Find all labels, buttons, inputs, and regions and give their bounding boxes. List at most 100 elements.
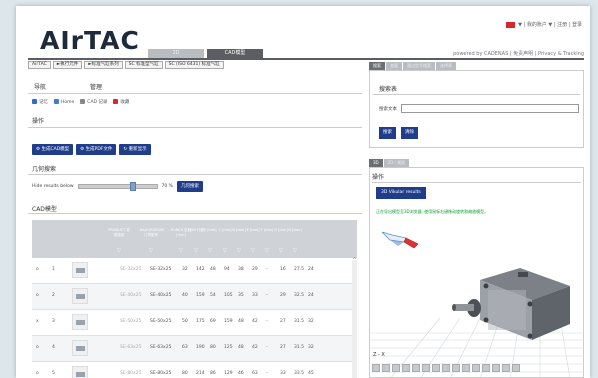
tab-variables[interactable]: 变量: [386, 62, 402, 70]
table-row[interactable]: x 3 SE-50x25 SE-50x25 50 175 69 159 48 42 - 27 31.5 3…: [32, 310, 357, 336]
table-row[interactable]: o 2 SE-40x25 SE-40x25 40 159 54 105 35 33 - 29 32.5 2…: [32, 284, 357, 310]
cylinder-thumbnail-icon: [72, 288, 88, 304]
table-cell: 42: [252, 345, 258, 350]
tab-2d-view[interactable]: 2D / 视图: [383, 159, 410, 167]
flag-icon[interactable]: [506, 21, 516, 28]
table-row[interactable]: o 4 SE-63x25 SE-63x25 63 190 80 125 48 42 - 27 31.5 3…: [32, 336, 357, 362]
breadcrumb-item[interactable]: SC 标准型气缸: [124, 61, 163, 69]
row-select-radio[interactable]: o: [36, 345, 39, 350]
filter-icon[interactable]: ▽: [293, 248, 297, 254]
filter-icon[interactable]: ▽: [279, 248, 283, 254]
fit-icon[interactable]: [412, 364, 420, 372]
clear-button[interactable]: 清除: [401, 127, 418, 139]
breadcrumb-item[interactable]: AirTAC: [28, 61, 51, 69]
table-scrollbar[interactable]: [352, 257, 357, 378]
table-cell: 48: [238, 345, 244, 350]
generate-cad-button[interactable]: ⚙ 生成CAD模型: [32, 144, 74, 155]
table-cell: 80: [210, 345, 216, 350]
table-cell: 32: [308, 319, 314, 324]
column-header[interactable]: H [mm]: [284, 228, 306, 233]
filter-icon[interactable]: ▽: [237, 248, 241, 254]
slider-handle[interactable]: [130, 182, 137, 191]
row-select-radio[interactable]: o: [36, 267, 39, 272]
filter-icon[interactable]: ▽: [194, 248, 198, 254]
filter-icon[interactable]: ▽: [251, 248, 255, 254]
powered-by-links[interactable]: powered by CADENAS | 免责声明 | Privacy & Tr…: [453, 50, 584, 57]
table-cell: 32: [182, 267, 188, 272]
tab-selection[interactable]: 选择表: [436, 62, 456, 70]
operations-title: 操作: [32, 118, 45, 125]
cad-record-link[interactable]: CAD 记录: [80, 99, 107, 105]
rotate-icon[interactable]: [392, 364, 400, 372]
manage-label: 管理: [90, 84, 103, 91]
screenshot-icon[interactable]: [502, 364, 510, 372]
table-cell: 27: [280, 319, 286, 324]
viewer-toolbar: [372, 362, 583, 374]
zoom-out-icon[interactable]: [382, 364, 390, 372]
tab-2d[interactable]: 2D: [148, 49, 204, 58]
filter-icon[interactable]: ▽: [149, 248, 153, 254]
favorites-label: 收藏: [120, 100, 130, 105]
row-select-radio[interactable]: o: [36, 371, 39, 376]
cylinder-thumbnail-icon: [72, 366, 88, 378]
reset-icon[interactable]: [492, 364, 500, 372]
geometric-search-button[interactable]: 几何搜索: [176, 181, 203, 192]
favorites-link[interactable]: 收藏: [113, 99, 129, 105]
fullscreen-icon[interactable]: [512, 364, 520, 372]
table-cell: 159: [196, 293, 205, 298]
pan-icon[interactable]: [402, 364, 410, 372]
filter-icon[interactable]: ▽: [208, 248, 212, 254]
section-icon[interactable]: [462, 364, 470, 372]
refresh-view-button[interactable]: ↻ 重新显示: [119, 144, 151, 155]
3d-scene[interactable]: [370, 168, 584, 378]
top-links-bar: ▼ | 我的账户 ▼ | 注册 | 登录: [506, 21, 582, 28]
side-view-icon[interactable]: [442, 364, 450, 372]
filter-icon[interactable]: ▽: [117, 248, 121, 254]
column-header[interactable]: BAUGROESSE 订货型号: [140, 228, 164, 238]
home-link[interactable]: Home: [54, 99, 74, 105]
row-select-radio[interactable]: x: [36, 319, 39, 324]
history-link[interactable]: 记忆: [32, 99, 48, 105]
table-cell: 40: [182, 293, 188, 298]
filter-icon[interactable]: ▽: [179, 248, 183, 254]
breadcrumb-item[interactable]: ►标准气缸系列: [84, 61, 123, 69]
table-cell: -: [266, 371, 268, 376]
cylinder-thumbnail-icon: [72, 262, 88, 278]
table-cell: 50: [182, 319, 188, 324]
table-cell: 190: [196, 345, 205, 350]
search-button[interactable]: 搜索: [379, 127, 396, 139]
table-cell: 27.5: [294, 267, 305, 272]
top-links[interactable]: ▼ | 我的账户 ▼ | 注册 | 登录: [518, 21, 582, 28]
tab-3d[interactable]: 3D: [369, 159, 383, 167]
row-select-radio[interactable]: o: [36, 293, 39, 298]
measure-icon[interactable]: [472, 364, 480, 372]
front-view-icon[interactable]: [422, 364, 430, 372]
table-row[interactable]: o 5 SE-80x25 SE-80x25 80 214 86 129 46 63 - 33 33.5 4…: [32, 362, 357, 378]
table-cell: 24: [308, 267, 314, 272]
cylinder-model[interactable]: [452, 268, 570, 340]
top-view-icon[interactable]: [432, 364, 440, 372]
table-row[interactable]: o 1 SE-32x25 SE-32x25 32 142 48 94 38 29 - 16 27.5 24: [32, 258, 357, 284]
filter-icon[interactable]: ▽: [265, 248, 269, 254]
search-input[interactable]: [401, 104, 579, 113]
generate-cad-label: 生成CAD模型: [41, 147, 70, 152]
breadcrumb-item[interactable]: SC (ISO 6431) 标准气缸: [164, 61, 224, 69]
tab-search[interactable]: 搜索: [369, 62, 385, 70]
iso-view-icon[interactable]: [452, 364, 460, 372]
breadcrumb-item[interactable]: ►执行元件: [52, 61, 83, 69]
tab-cad-model[interactable]: CAD模型: [207, 49, 263, 58]
table-cell: 80: [182, 371, 188, 376]
filter-icon[interactable]: ▽: [223, 248, 227, 254]
table-cell: 86: [210, 371, 216, 376]
table-cell: 31.5: [294, 319, 305, 324]
generate-pdf-button[interactable]: ⚙ 生成PDF文件: [76, 144, 117, 155]
results-table: PRODUCT 变型描述 ▽ BAUGROESSE 订货型号 ▽ DURCH 缸径 [m…: [32, 220, 357, 378]
table-cell: 2: [52, 293, 55, 298]
similarity-slider[interactable]: [77, 182, 158, 191]
settings-icon[interactable]: [482, 364, 490, 372]
zoom-in-icon[interactable]: [372, 364, 380, 372]
column-header[interactable]: PRODUCT 变型描述: [108, 228, 130, 238]
3d-glasses-icon[interactable]: [381, 231, 419, 249]
cad-viewer[interactable]: 操作 3D Vikular results 正在导出模型至3D浏览器, 使用鼠标…: [369, 167, 584, 378]
tab-part-number[interactable]: 通过型号搜索: [403, 62, 435, 70]
